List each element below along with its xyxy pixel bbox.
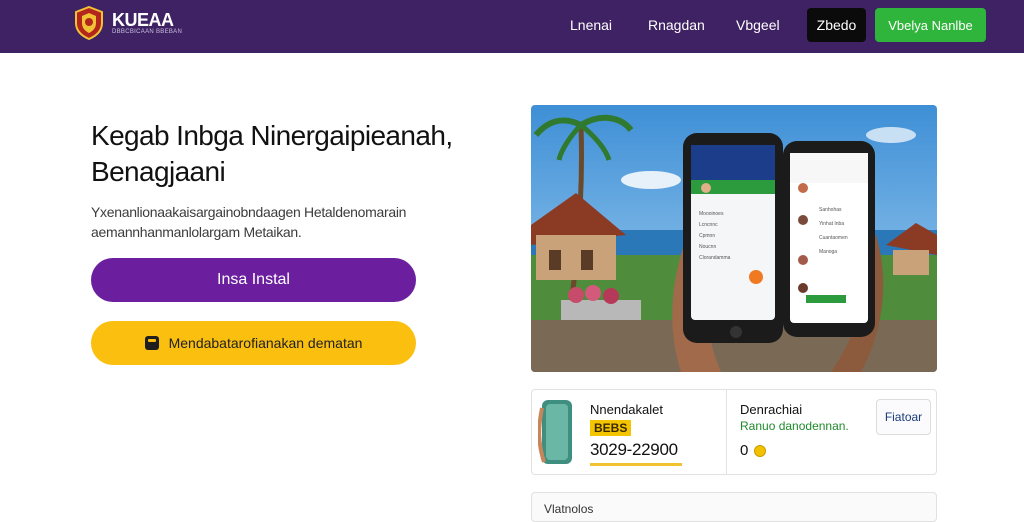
coin-icon: [754, 444, 767, 457]
left-phone-row: Moooinoes: [699, 211, 724, 217]
header-dark-button[interactable]: Zbedo: [807, 8, 866, 42]
nav-link-3[interactable]: Vbgeel: [736, 17, 780, 33]
right-phone-row: Sanhohas: [819, 207, 842, 213]
left-phone-row: Noucnn: [699, 244, 717, 250]
wallet-icon: [144, 336, 159, 350]
brand-name[interactable]: KUEAA: [112, 10, 174, 31]
bottom-card: Vlatnolos: [531, 492, 937, 522]
product-badge: BEBS: [590, 420, 632, 436]
brand-tagline: DBBCBICAAN BBEBAN: [112, 29, 183, 35]
status-text: Ranuo danodennan.: [740, 419, 849, 433]
card-action-button[interactable]: Fiatoar: [876, 399, 931, 435]
right-phone-row: Manoga: [819, 249, 838, 255]
coin-count: 0: [740, 442, 767, 459]
shield-logo-icon[interactable]: [74, 6, 104, 40]
left-phone-row: Lcncnnc: [699, 222, 718, 228]
left-phone-row: Cpmnn: [699, 233, 716, 239]
secondary-cta-label: Mendabatarofianakan dematan: [168, 335, 363, 351]
product-icon: [538, 400, 572, 464]
bottom-card-label: Vlatnolos: [544, 502, 594, 516]
right-phone-row: Yinhat Inba: [819, 221, 845, 227]
hero-description: Yxenanlionaakaisargainobndaagen Hetalden…: [91, 204, 407, 240]
hero-image: Moooinoes Lcncnnc Cpmnn Noucnn Clorandam…: [531, 105, 937, 372]
status-label: Denrachiai: [740, 402, 803, 417]
coin-count-value: 0: [740, 442, 749, 459]
card-divider: [726, 390, 727, 474]
nav-link-2[interactable]: Rnagdan: [648, 17, 705, 33]
hero-title: Kegab Inbga Ninergaipieanah, Benagjaani: [91, 120, 453, 187]
product-label: Nnendakalet: [590, 402, 663, 417]
install-button-label: Insa Instal: [217, 271, 290, 288]
left-phone-footer: Clorandamma: [699, 255, 731, 261]
product-progress-bar: [590, 463, 682, 466]
nav-link-1[interactable]: Lnenai: [570, 17, 612, 33]
info-card: Nnendakalet BEBS 3029-22900 Denrachiai R…: [531, 389, 937, 475]
top-nav-bar: KUEAA DBBCBICAAN BBEBAN Lnenai Rnagdan V…: [0, 0, 1024, 53]
install-button[interactable]: Insa Instal: [91, 258, 416, 302]
header-green-button[interactable]: Vbelya Nanlbe: [875, 8, 986, 42]
product-number: 3029-22900: [590, 440, 678, 459]
right-phone-row: Cuantaomen: [819, 235, 848, 241]
secondary-cta-button[interactable]: Mendabatarofianakan dematan: [91, 321, 416, 365]
